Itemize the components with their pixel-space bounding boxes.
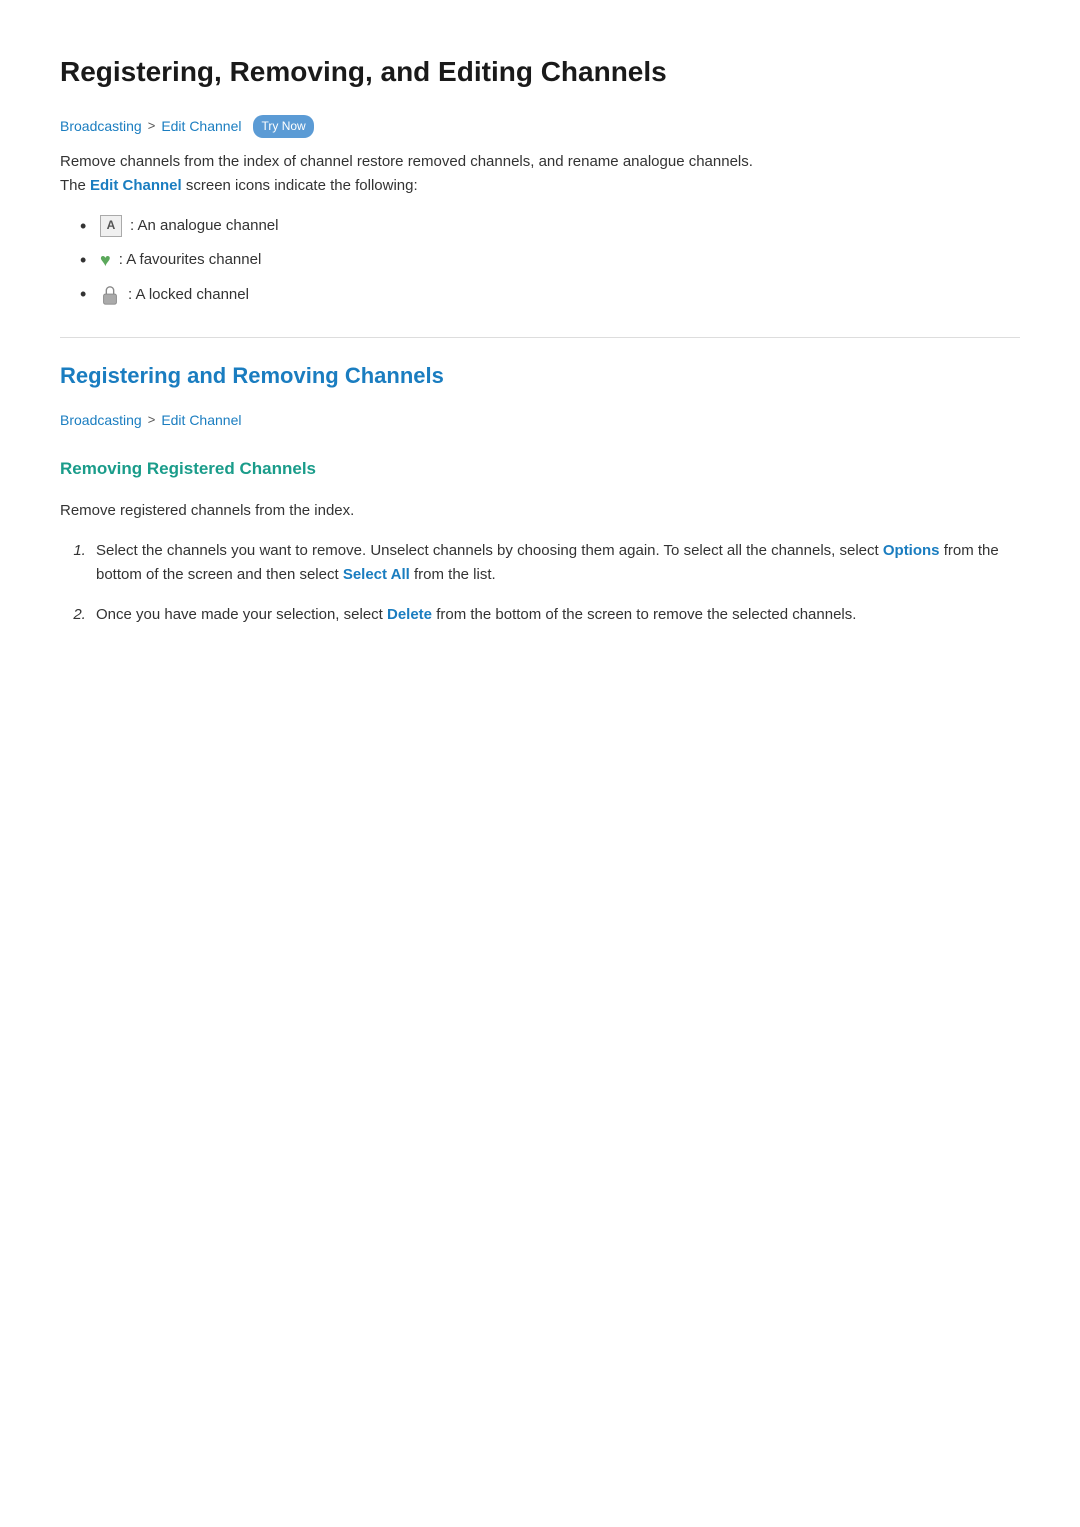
step1-text1: Select the channels you want to remove. … (96, 542, 883, 559)
breadcrumb-2: Broadcasting > Edit Channel (60, 409, 1020, 431)
breadcrumb-broadcasting-link[interactable]: Broadcasting (60, 115, 142, 137)
analogue-label: : An analogue channel (130, 214, 278, 238)
locked-label: : A locked channel (128, 283, 249, 307)
list-item-favourites: ♥ : A favourites channel (100, 246, 1020, 275)
edit-channel-inline-link[interactable]: Edit Channel (90, 177, 182, 194)
step-1: Select the channels you want to remove. … (90, 539, 1020, 587)
list-item-locked: : A locked channel (100, 283, 1020, 307)
analogue-icon: A (100, 215, 122, 237)
remove-intro: Remove registered channels from the inde… (60, 499, 1020, 523)
breadcrumb-1: Broadcasting > Edit Channel Try Now (60, 115, 1020, 138)
description-text3: screen icons indicate the following: (182, 177, 418, 194)
step1-text3: from the list. (410, 566, 496, 583)
favourites-label: : A favourites channel (119, 248, 262, 272)
section2-title: Registering and Removing Channels (60, 358, 1020, 393)
step-2: Once you have made your selection, selec… (90, 603, 1020, 627)
heart-icon: ♥ (100, 246, 111, 275)
main-description: Remove channels from the index of channe… (60, 150, 1020, 198)
delete-link[interactable]: Delete (387, 606, 432, 623)
page-title: Registering, Removing, and Editing Chann… (60, 50, 1020, 95)
subsection1-title: Removing Registered Channels (60, 455, 1020, 482)
breadcrumb-separator-1: > (148, 116, 156, 137)
icon-list: A : An analogue channel ♥ : A favourites… (60, 214, 1020, 307)
select-all-link[interactable]: Select All (343, 566, 410, 583)
breadcrumb-editchannel-link[interactable]: Edit Channel (161, 115, 241, 137)
options-link[interactable]: Options (883, 542, 940, 559)
try-now-badge[interactable]: Try Now (253, 115, 313, 138)
description-text2: The (60, 177, 90, 194)
breadcrumb2-separator: > (148, 410, 156, 431)
steps-list: Select the channels you want to remove. … (60, 539, 1020, 627)
list-item-analogue: A : An analogue channel (100, 214, 1020, 238)
breadcrumb2-broadcasting-link[interactable]: Broadcasting (60, 409, 142, 431)
breadcrumb2-editchannel-link[interactable]: Edit Channel (161, 409, 241, 431)
step2-text2: from the bottom of the screen to remove … (432, 606, 856, 623)
lock-icon (100, 284, 120, 306)
section-divider (60, 337, 1020, 338)
description-text1: Remove channels from the index of channe… (60, 153, 753, 170)
step2-text1: Once you have made your selection, selec… (96, 606, 387, 623)
